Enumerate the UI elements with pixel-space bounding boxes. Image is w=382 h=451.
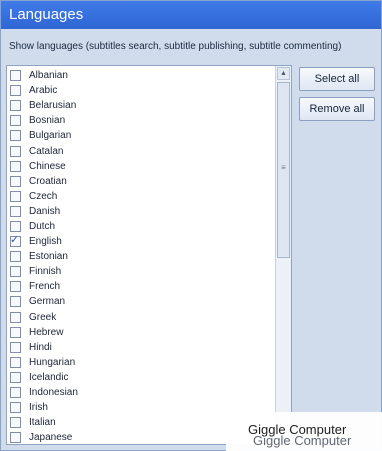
language-label: Dutch	[29, 220, 56, 232]
language-label: Belarusian	[29, 100, 77, 112]
language-checkbox[interactable]	[10, 402, 21, 414]
watermark-line-2: Giggle Computer	[253, 433, 352, 448]
language-row[interactable]: Danish	[7, 204, 275, 219]
languages-window: Languages Show languages (subtitles sear…	[0, 0, 382, 451]
language-label: Arabic	[29, 85, 58, 97]
language-checkbox[interactable]	[10, 311, 21, 323]
language-row[interactable]: Hebrew	[7, 325, 275, 340]
language-label: Croatian	[29, 175, 67, 187]
language-checkbox[interactable]	[10, 266, 21, 278]
language-label: Danish	[29, 205, 61, 217]
language-label: Chinese	[29, 160, 66, 172]
window-title: Languages	[1, 1, 381, 29]
language-checkbox[interactable]	[10, 233, 21, 248]
language-checkbox[interactable]	[10, 371, 21, 383]
language-label: English	[29, 236, 62, 248]
watermark: Giggle Computer Giggle Computer	[226, 412, 382, 451]
language-label: Irish	[29, 402, 48, 414]
languages-list[interactable]: Albanian Arabic Belarusian Bosnian Bulgarian…	[6, 65, 292, 445]
language-checkbox[interactable]	[10, 145, 21, 157]
language-checkbox[interactable]	[10, 417, 21, 429]
language-row[interactable]: Croatian	[7, 174, 275, 189]
select-all-button[interactable]: Select all	[299, 67, 375, 91]
language-row[interactable]: Albanian	[7, 68, 275, 83]
language-label: Estonian	[29, 251, 68, 263]
language-row[interactable]: Bulgarian	[7, 128, 275, 143]
language-row[interactable]: Bosnian	[7, 113, 275, 128]
language-row[interactable]: German	[7, 294, 275, 309]
language-checkbox[interactable]	[10, 387, 21, 399]
languages-description: Show languages (subtitles search, subtit…	[9, 41, 342, 52]
language-checkbox[interactable]	[10, 130, 21, 142]
language-checkbox[interactable]	[10, 220, 21, 232]
language-label: French	[29, 281, 61, 293]
language-row[interactable]: French	[7, 279, 275, 294]
language-row[interactable]: Estonian	[7, 249, 275, 264]
vertical-scrollbar[interactable]: ▲ ≡ ▼	[275, 66, 291, 444]
language-label: Finnish	[29, 266, 62, 278]
language-row[interactable]: Arabic	[7, 83, 275, 98]
language-label: Hindi	[29, 341, 52, 353]
language-row[interactable]: Greek	[7, 310, 275, 325]
language-label: Catalan	[29, 145, 64, 157]
language-label: Japanese	[29, 432, 73, 444]
language-row[interactable]: Hungarian	[7, 355, 275, 370]
language-checkbox[interactable]	[10, 205, 21, 217]
language-checkbox[interactable]	[10, 70, 21, 82]
remove-all-button[interactable]: Remove all	[299, 97, 375, 121]
grip-icon: ≡	[281, 163, 286, 172]
language-row[interactable]: Hindi	[7, 340, 275, 355]
language-label: Czech	[29, 190, 58, 202]
language-row[interactable]: English	[7, 233, 275, 249]
language-label: Indonesian	[29, 387, 78, 399]
language-label: Bosnian	[29, 115, 66, 127]
language-checkbox[interactable]	[10, 296, 21, 308]
language-label: Italian	[29, 417, 56, 429]
language-label: Bulgarian	[29, 130, 72, 142]
language-label: Icelandic	[29, 371, 69, 383]
languages-list-items: Albanian Arabic Belarusian Bosnian Bulgarian…	[7, 68, 275, 444]
language-checkbox[interactable]	[10, 432, 21, 444]
language-label: Greek	[29, 311, 57, 323]
language-checkbox[interactable]	[10, 341, 21, 353]
language-row[interactable]: Catalan	[7, 143, 275, 158]
language-checkbox[interactable]	[10, 175, 21, 187]
language-checkbox[interactable]	[10, 251, 21, 263]
language-row[interactable]: Chinese	[7, 159, 275, 174]
language-checkbox[interactable]	[10, 115, 21, 127]
language-row[interactable]: Czech	[7, 189, 275, 204]
scroll-thumb[interactable]: ≡	[277, 82, 290, 258]
language-row[interactable]: Finnish	[7, 264, 275, 279]
language-checkbox[interactable]	[10, 190, 21, 202]
language-row[interactable]: Belarusian	[7, 98, 275, 113]
language-checkbox[interactable]	[10, 356, 21, 368]
language-row[interactable]: Icelandic	[7, 370, 275, 385]
language-row[interactable]: Indonesian	[7, 385, 275, 400]
scroll-up-icon[interactable]: ▲	[277, 67, 290, 80]
language-label: German	[29, 296, 66, 308]
language-label: Hebrew	[29, 326, 64, 338]
language-label: Albanian	[29, 70, 68, 82]
language-checkbox[interactable]	[10, 160, 21, 172]
language-checkbox[interactable]	[10, 326, 21, 338]
language-checkbox[interactable]	[10, 100, 21, 112]
language-checkbox[interactable]	[10, 281, 21, 293]
language-label: Hungarian	[29, 356, 76, 368]
language-row[interactable]: Dutch	[7, 219, 275, 234]
language-checkbox[interactable]	[10, 85, 21, 97]
